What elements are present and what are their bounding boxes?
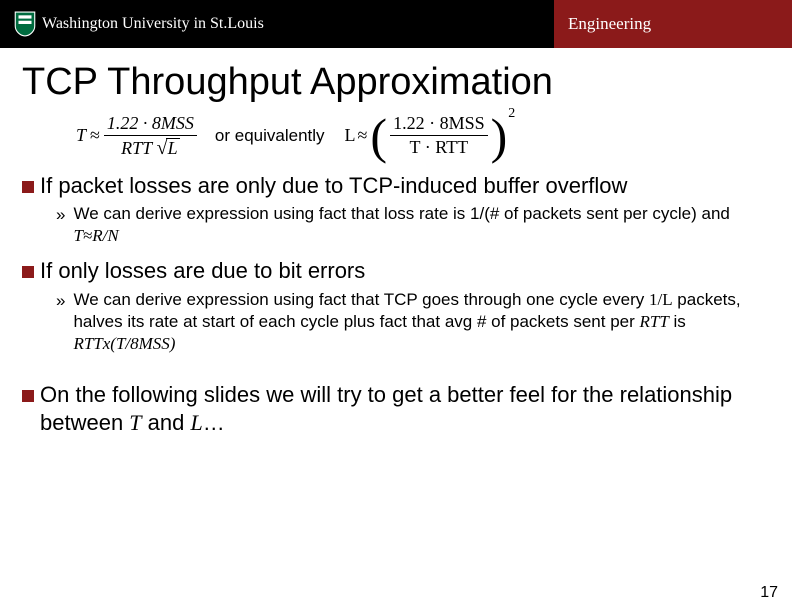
right-paren-icon: ): [491, 116, 508, 156]
sub-bullet-item: » We can derive expression using fact th…: [56, 203, 770, 247]
square-root-icon: √ L: [157, 138, 180, 158]
university-name: Washington University in St.Louis: [42, 15, 264, 33]
sub-bullet-chevron-icon: »: [56, 204, 65, 226]
bullet-item: If only losses are due to bit errors: [22, 257, 770, 285]
bullet-text: If only losses are due to bit errors: [40, 257, 770, 285]
formula-right-var: L: [345, 125, 356, 146]
left-paren-icon: (: [370, 116, 387, 156]
bullet-list: If packet losses are only due to TCP-ind…: [22, 172, 770, 436]
bullet-text: On the following slides we will try to g…: [40, 381, 770, 436]
sub-bullet-text: We can derive expression using fact that…: [73, 203, 770, 247]
slide-content: TCP Throughput Approximation T ≈ 1.22 · …: [0, 48, 792, 436]
sub-bullet-text: We can derive expression using fact that…: [73, 289, 770, 355]
formula-lossrate: L ≈ ( 1.22 · 8MSS T · RTT ) 2: [345, 114, 516, 157]
approx-symbol-2: ≈: [358, 125, 368, 146]
header-black-bar: Washington University in St.Louis: [0, 0, 554, 48]
bullet-item: On the following slides we will try to g…: [22, 381, 770, 436]
approx-symbol: ≈: [90, 125, 100, 146]
squared-exponent: 2: [508, 106, 515, 122]
formula-right-fraction: 1.22 · 8MSS T · RTT: [390, 114, 488, 157]
bullet-square-icon: [22, 266, 34, 278]
formula-throughput: T ≈ 1.22 · 8MSS RTT √ L: [76, 114, 197, 158]
formula-right-numerator: 1.22 · 8MSS: [390, 114, 488, 136]
formula-left-var: T: [76, 125, 86, 146]
bullet-square-icon: [22, 390, 34, 402]
bullet-item: If packet losses are only due to TCP-ind…: [22, 172, 770, 200]
sub-bullet-chevron-icon: »: [56, 290, 65, 312]
bullet-text: If packet losses are only due to TCP-ind…: [40, 172, 770, 200]
formula-left-numerator: 1.22 · 8MSS: [104, 114, 197, 136]
formula-row: T ≈ 1.22 · 8MSS RTT √ L or equivalently …: [22, 114, 770, 158]
university-logo: Washington University in St.Louis: [14, 11, 264, 37]
formula-left-fraction: 1.22 · 8MSS RTT √ L: [104, 114, 197, 158]
engineering-label: Engineering: [568, 14, 651, 34]
bullet-square-icon: [22, 181, 34, 193]
formula-right-denominator: T · RTT: [390, 136, 488, 157]
equivalently-label: or equivalently: [215, 126, 325, 146]
page-number: 17: [760, 584, 778, 602]
sub-bullet-item: » We can derive expression using fact th…: [56, 289, 770, 355]
washu-shield-icon: [14, 11, 36, 37]
formula-left-denominator: RTT √ L: [104, 136, 197, 158]
slide-header: Washington University in St.Louis Engine…: [0, 0, 792, 48]
header-red-bar: Engineering: [554, 0, 792, 48]
slide-title: TCP Throughput Approximation: [22, 62, 770, 104]
